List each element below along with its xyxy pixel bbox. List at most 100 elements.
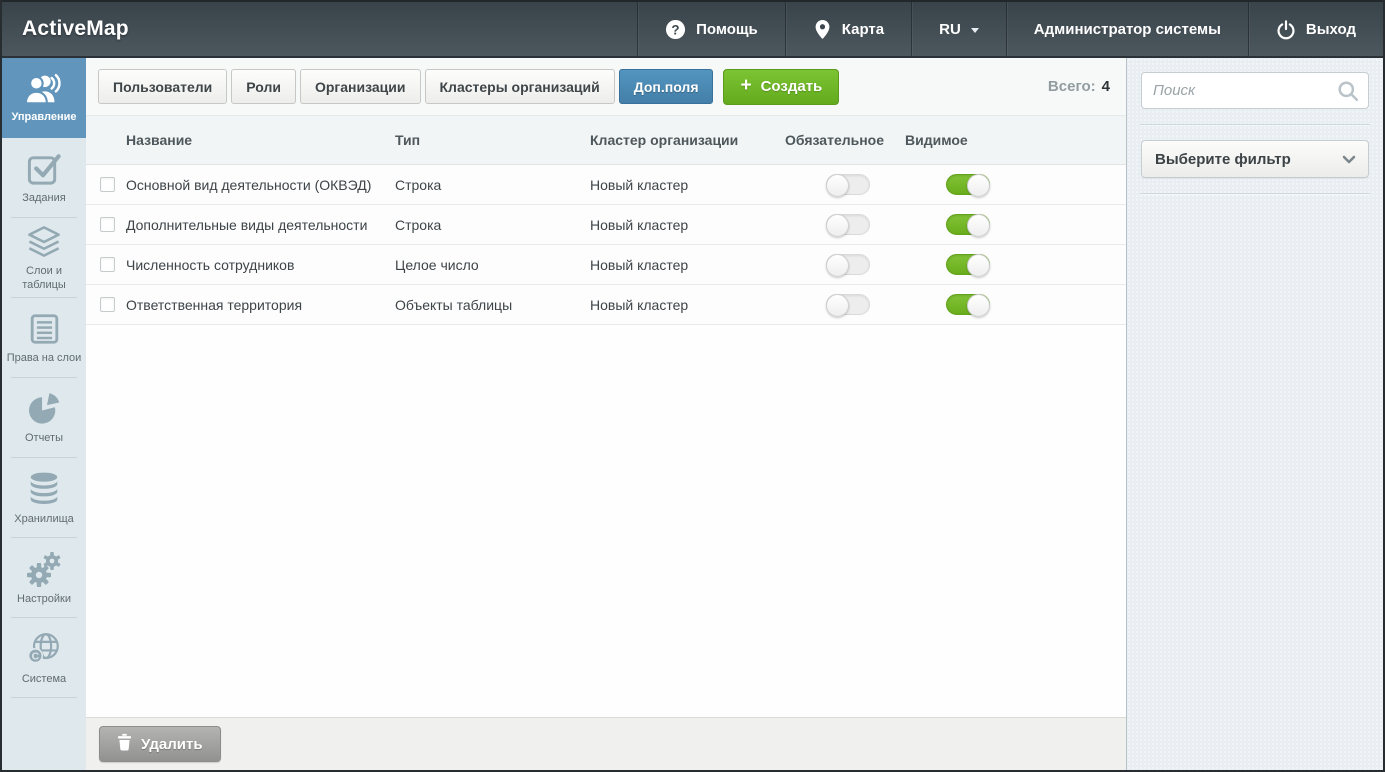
- sidebar-item-label: Отчеты: [23, 432, 65, 446]
- column-header-cluster: Кластер организации: [590, 132, 785, 148]
- sidebar-item-label: Хранилища: [12, 513, 76, 527]
- sidebar-item-settings[interactable]: Настройки: [2, 538, 86, 618]
- cell-cluster: Новый кластер: [590, 217, 785, 233]
- column-header-required: Обязательное: [785, 132, 905, 148]
- tab-org-clusters[interactable]: Кластеры организаций: [425, 69, 615, 104]
- table-header: Название Тип Кластер организации Обязате…: [86, 115, 1126, 165]
- trash-icon: [117, 733, 132, 755]
- required-toggle[interactable]: [826, 214, 870, 235]
- cell-type: Объекты таблицы: [395, 297, 590, 313]
- row-checkbox[interactable]: [100, 177, 115, 192]
- visible-toggle[interactable]: [946, 214, 990, 235]
- database-icon: [25, 470, 63, 508]
- topbar-item-label: Выход: [1306, 21, 1356, 38]
- globe-icon: C: [25, 630, 63, 668]
- topbar-menu: ? Помощь Карта RU Администратор системы …: [637, 2, 1383, 56]
- help-icon: ?: [665, 19, 686, 40]
- sidebar-item-storages[interactable]: Хранилища: [2, 458, 86, 538]
- sidebar-item-label: Система: [20, 673, 68, 687]
- total-value: 4: [1102, 78, 1110, 95]
- sidebar: Управление Задания Слои и таблицы Права …: [2, 58, 86, 770]
- cell-type: Строка: [395, 217, 590, 233]
- table-row[interactable]: Основной вид деятельности (ОКВЭД) Строка…: [86, 165, 1126, 205]
- sidebar-item-tasks[interactable]: Задания: [2, 138, 86, 218]
- footer-bar: Удалить: [86, 717, 1126, 770]
- topbar-item-language[interactable]: RU: [911, 2, 1006, 56]
- sidebar-item-layers-tables[interactable]: Слои и таблицы: [2, 218, 86, 298]
- chevron-down-icon: [971, 28, 979, 33]
- divider: [1140, 193, 1370, 195]
- required-toggle[interactable]: [826, 254, 870, 275]
- cell-name: Основной вид деятельности (ОКВЭД): [126, 177, 395, 193]
- topbar-item-map[interactable]: Карта: [785, 2, 911, 56]
- search-icon: [1337, 80, 1359, 107]
- table-body: Основной вид деятельности (ОКВЭД) Строка…: [86, 165, 1126, 325]
- cell-name: Дополнительные виды деятельности: [126, 217, 395, 233]
- sidebar-item-label: Задания: [20, 192, 67, 206]
- tab-users[interactable]: Пользователи: [98, 69, 227, 104]
- pie-chart-icon: [25, 390, 63, 427]
- cell-type: Целое число: [395, 257, 590, 273]
- visible-toggle[interactable]: [946, 254, 990, 275]
- gears-icon: [25, 550, 63, 588]
- cell-cluster: Новый кластер: [590, 297, 785, 313]
- plus-icon: +: [740, 76, 751, 95]
- tasks-check-icon: [25, 150, 63, 187]
- sidebar-item-layer-rights[interactable]: Права на слои: [2, 298, 86, 378]
- create-button-label: Создать: [761, 78, 823, 95]
- table-row[interactable]: Ответственная территория Объекты таблицы…: [86, 285, 1126, 325]
- users-icon: [24, 71, 64, 106]
- required-toggle[interactable]: [826, 294, 870, 315]
- topbar-item-label: RU: [939, 21, 961, 38]
- visible-toggle[interactable]: [946, 174, 990, 195]
- total-counter: Всего: 4: [1048, 78, 1110, 95]
- svg-text:C: C: [32, 651, 40, 662]
- create-button[interactable]: + Создать: [723, 69, 839, 105]
- topbar-item-help[interactable]: ? Помощь: [637, 2, 785, 56]
- layers-icon: [25, 223, 63, 260]
- tab-organizations[interactable]: Организации: [300, 69, 421, 104]
- sidebar-item-management[interactable]: Управление: [2, 58, 86, 138]
- tab-extra-fields[interactable]: Доп.поля: [619, 69, 714, 104]
- visible-toggle[interactable]: [946, 294, 990, 315]
- row-checkbox[interactable]: [100, 257, 115, 272]
- divider: [1140, 124, 1370, 126]
- table-row[interactable]: Численность сотрудников Целое число Новы…: [86, 245, 1126, 285]
- cell-type: Строка: [395, 177, 590, 193]
- topbar-item-logout[interactable]: Выход: [1248, 2, 1383, 56]
- tab-roles[interactable]: Роли: [231, 69, 296, 104]
- filter-dropdown-label: Выберите фильтр: [1155, 151, 1291, 168]
- search-input[interactable]: [1141, 72, 1369, 109]
- sidebar-item-label: Настройки: [15, 593, 73, 607]
- required-toggle[interactable]: [826, 174, 870, 195]
- empty-area: [86, 325, 1126, 717]
- row-checkbox[interactable]: [100, 297, 115, 312]
- filter-dropdown[interactable]: Выберите фильтр: [1141, 140, 1369, 178]
- column-header-type: Тип: [395, 132, 590, 148]
- power-icon: [1276, 19, 1296, 40]
- sidebar-item-label: Слои и таблицы: [2, 265, 86, 293]
- map-pin-icon: [813, 19, 832, 40]
- topbar: ActiveMap ? Помощь Карта RU Администрато…: [2, 0, 1383, 58]
- document-lines-icon: [26, 311, 63, 347]
- row-checkbox[interactable]: [100, 217, 115, 232]
- right-panel: Выберите фильтр: [1126, 58, 1383, 770]
- table-row[interactable]: Дополнительные виды деятельности Строка …: [86, 205, 1126, 245]
- cell-cluster: Новый кластер: [590, 257, 785, 273]
- cell-name: Ответственная территория: [126, 297, 395, 313]
- cell-name: Численность сотрудников: [126, 257, 395, 273]
- column-header-visible: Видимое: [905, 132, 1025, 148]
- delete-button[interactable]: Удалить: [99, 726, 221, 762]
- topbar-item-current-user[interactable]: Администратор системы: [1006, 2, 1248, 56]
- sidebar-item-reports[interactable]: Отчеты: [2, 378, 86, 458]
- column-header-name: Название: [126, 132, 395, 148]
- tab-bar: Пользователи Роли Организации Кластеры о…: [98, 69, 713, 104]
- sidebar-item-label: Права на слои: [5, 352, 84, 366]
- topbar-item-label: Карта: [842, 21, 884, 38]
- sidebar-item-system[interactable]: C Система: [2, 618, 86, 698]
- svg-text:?: ?: [672, 22, 680, 37]
- chevron-down-icon: [1342, 151, 1356, 168]
- total-label: Всего:: [1048, 78, 1096, 95]
- delete-button-label: Удалить: [141, 736, 203, 753]
- app-logo: ActiveMap: [2, 2, 129, 56]
